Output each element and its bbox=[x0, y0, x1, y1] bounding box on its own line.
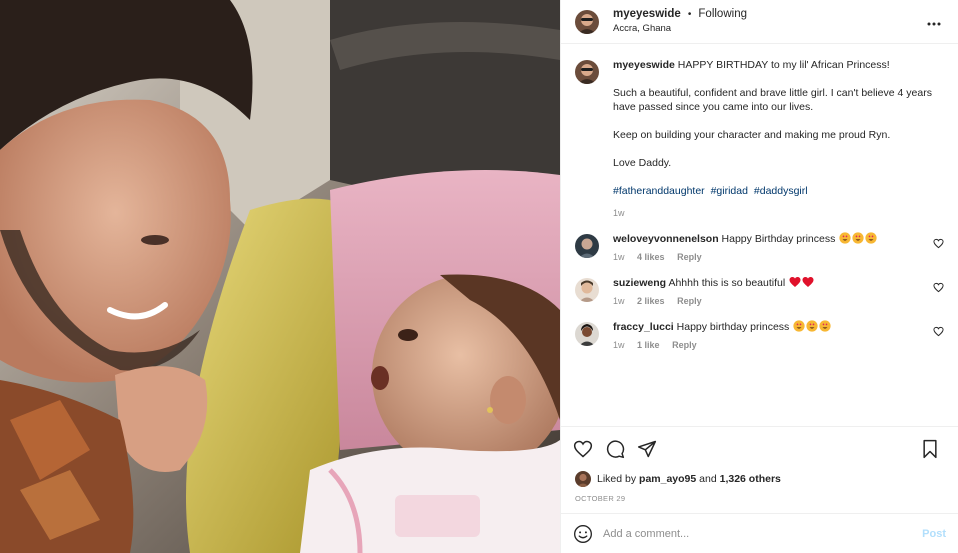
liker-username[interactable]: pam_ayo95 bbox=[639, 473, 696, 485]
comment-username[interactable]: weloveyvonnenelson bbox=[613, 233, 719, 245]
comment-username[interactable]: fraccy_lucci bbox=[613, 321, 674, 333]
heart-eyes-emoji bbox=[806, 320, 818, 332]
comment-meta: 1w 4 likes Reply bbox=[613, 250, 944, 264]
comments-section[interactable]: myeyeswide HAPPY BIRTHDAY to my lil' Afr… bbox=[561, 44, 958, 426]
comment-body: fraccy_lucci Happy birthday princess 1w … bbox=[613, 320, 944, 352]
post-date[interactable]: OCTOBER 29 bbox=[561, 488, 958, 513]
post-comment-button[interactable]: Post bbox=[922, 528, 946, 540]
caption-body: myeyeswide HAPPY BIRTHDAY to my lil' Afr… bbox=[613, 58, 944, 220]
caption-time[interactable]: 1w bbox=[613, 208, 625, 218]
post-side-panel: myeyeswide • Following Accra, Ghana myey… bbox=[560, 0, 958, 553]
liked-by-prefix: Liked by bbox=[597, 473, 637, 485]
heart-eyes-emoji bbox=[793, 320, 805, 332]
add-comment-bar: Post bbox=[561, 513, 958, 553]
share-paper-plane-icon[interactable] bbox=[637, 439, 657, 459]
caption-row: myeyeswide HAPPY BIRTHDAY to my lil' Afr… bbox=[575, 58, 944, 220]
hashtag-link[interactable]: #fatheranddaughter bbox=[613, 185, 705, 197]
save-bookmark-icon[interactable] bbox=[920, 439, 940, 459]
add-comment-input[interactable] bbox=[603, 527, 923, 540]
instagram-post-view: myeyeswide • Following Accra, Ghana myey… bbox=[0, 0, 958, 553]
heart-eyes-emoji bbox=[852, 232, 864, 244]
like-comment-heart-icon[interactable] bbox=[933, 326, 944, 337]
hashtag-link[interactable]: #daddysgirl bbox=[754, 185, 808, 197]
commenter-avatar[interactable] bbox=[575, 278, 599, 302]
caption-line1: HAPPY BIRTHDAY to my lil' African Prince… bbox=[677, 59, 890, 71]
commenter-avatar[interactable] bbox=[575, 322, 599, 346]
heart-eyes-emoji bbox=[839, 232, 851, 244]
separator-dot: • bbox=[687, 9, 692, 20]
comment-row: weloveyvonnenelson Happy Birthday prince… bbox=[575, 232, 944, 264]
comment-meta: 1w 2 likes Reply bbox=[613, 294, 944, 308]
post-action-bar bbox=[561, 426, 958, 470]
comment-likes[interactable]: 1 like bbox=[637, 340, 660, 350]
commenter-avatar[interactable] bbox=[575, 234, 599, 258]
caption-para3: Keep on building your character and maki… bbox=[613, 129, 891, 141]
post-header: myeyeswide • Following Accra, Ghana bbox=[561, 0, 958, 44]
like-heart-icon[interactable] bbox=[573, 439, 593, 459]
author-username[interactable]: myeyeswide bbox=[613, 8, 681, 20]
caption-para2: Such a beautiful, confident and brave li… bbox=[613, 87, 932, 113]
photo-illustration bbox=[0, 0, 560, 553]
others-count[interactable]: 1,326 others bbox=[720, 473, 781, 485]
post-photo[interactable] bbox=[0, 0, 560, 553]
heart-eyes-emoji bbox=[865, 232, 877, 244]
likes-summary: Liked by pam_ayo95 and 1,326 others bbox=[561, 470, 958, 488]
comment-row: fraccy_lucci Happy birthday princess 1w … bbox=[575, 320, 944, 352]
reply-button[interactable]: Reply bbox=[672, 340, 697, 350]
caption-avatar[interactable] bbox=[575, 60, 599, 84]
comment-time[interactable]: 1w bbox=[613, 252, 625, 262]
comment-text: Ahhhh this is so beautiful bbox=[668, 277, 786, 289]
caption-meta: 1w bbox=[613, 206, 944, 220]
caption-para4: Love Daddy. bbox=[613, 157, 672, 169]
comment-username[interactable]: suzieweng bbox=[613, 277, 666, 289]
red-heart-emoji bbox=[802, 276, 814, 288]
comment-time[interactable]: 1w bbox=[613, 296, 625, 306]
liked-by-conj: and bbox=[699, 473, 717, 485]
comment-text: Happy birthday princess bbox=[676, 321, 790, 333]
caption-hashtags: #fatheranddaughter #giridad #daddysgirl bbox=[613, 184, 944, 198]
comment-body: suzieweng Ahhhh this is so beautiful 1w … bbox=[613, 276, 944, 308]
caption-username[interactable]: myeyeswide bbox=[613, 59, 675, 71]
author-avatar[interactable] bbox=[575, 9, 599, 34]
comment-bubble-icon[interactable] bbox=[605, 439, 625, 459]
comment-body: weloveyvonnenelson Happy Birthday prince… bbox=[613, 232, 944, 264]
comment-meta: 1w 1 like Reply bbox=[613, 338, 944, 352]
comment-likes[interactable]: 2 likes bbox=[637, 296, 665, 306]
comment-row: suzieweng Ahhhh this is so beautiful 1w … bbox=[575, 276, 944, 308]
heart-eyes-emoji bbox=[819, 320, 831, 332]
like-comment-heart-icon[interactable] bbox=[933, 282, 944, 293]
post-location[interactable]: Accra, Ghana bbox=[613, 22, 924, 36]
comment-likes[interactable]: 4 likes bbox=[637, 252, 665, 262]
reply-button[interactable]: Reply bbox=[677, 252, 702, 262]
comment-text: Happy Birthday princess bbox=[721, 233, 836, 245]
comment-time[interactable]: 1w bbox=[613, 340, 625, 350]
emoji-smiley-icon[interactable] bbox=[573, 524, 593, 544]
more-options-icon[interactable] bbox=[924, 13, 944, 31]
header-text: myeyeswide • Following Accra, Ghana bbox=[613, 7, 924, 36]
like-comment-heart-icon[interactable] bbox=[933, 238, 944, 249]
reply-button[interactable]: Reply bbox=[677, 296, 702, 306]
hashtag-link[interactable]: #giridad bbox=[711, 185, 748, 197]
liker-avatar[interactable] bbox=[575, 471, 591, 487]
following-button[interactable]: Following bbox=[698, 8, 747, 20]
red-heart-emoji bbox=[789, 276, 801, 288]
